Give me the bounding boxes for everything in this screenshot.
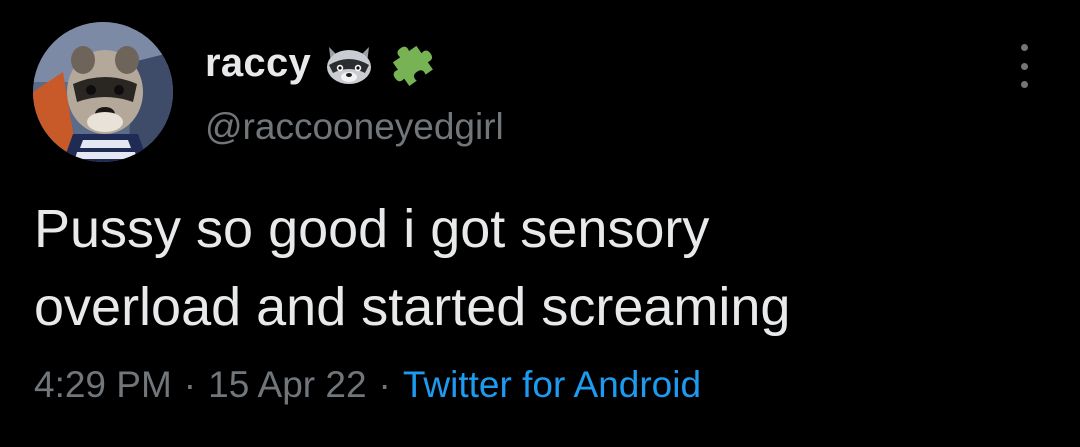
tweet-text-line: overload and started screaming [34, 277, 791, 337]
author-name-row[interactable]: raccy [205, 38, 439, 88]
author-handle[interactable]: @raccooneyedgirl [205, 106, 504, 148]
more-dot [1020, 62, 1028, 70]
tweet-card: raccy @raccooneyedgirl Pussy so good i g… [0, 0, 1080, 447]
tweet-text-line: Pussy so good i got sensory [34, 199, 710, 259]
avatar-raccoon-photo [33, 22, 173, 162]
puzzle-piece-icon [387, 39, 439, 87]
display-name[interactable]: raccy [205, 41, 311, 86]
tweet-date[interactable]: 15 Apr 22 [208, 364, 366, 405]
tweet-text: Pussy so good i got sensory overload and… [34, 190, 1044, 346]
tweet-time[interactable]: 4:29 PM [34, 364, 172, 405]
meta-separator: · [378, 364, 391, 405]
raccoon-icon [323, 39, 375, 87]
avatar[interactable] [33, 22, 173, 162]
tweet-source-link[interactable]: Twitter for Android [403, 364, 701, 405]
more-dot [1020, 81, 1028, 88]
meta-separator: · [183, 364, 197, 405]
more-dot [1020, 44, 1028, 51]
tweet-metadata: 4:29 PM · 15 Apr 22 · Twitter for Android [34, 364, 701, 406]
more-options-icon[interactable] [1014, 44, 1034, 88]
